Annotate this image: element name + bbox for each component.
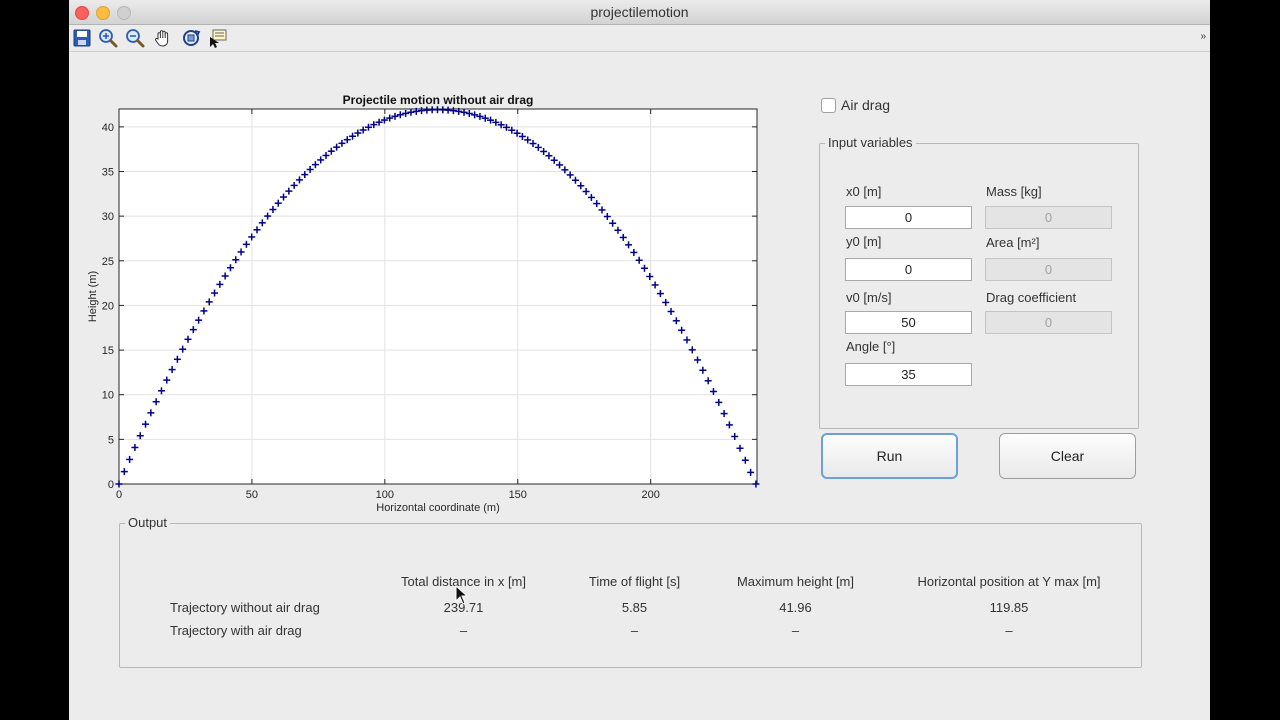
mass-label: Mass [kg] [986,184,1042,199]
input-variables-panel: Input variables x0 [m] 0 Mass [kg] 0 y0 … [819,135,1139,429]
x0-field[interactable]: 0 [845,206,972,229]
x-tick-label: 50 [246,489,258,501]
area-field: 0 [985,258,1112,281]
save-icon[interactable] [71,27,93,49]
y-tick-label: 5 [108,434,114,446]
air-drag-label: Air drag [841,97,891,113]
y-tick-label: 15 [102,345,114,357]
value-time-of-flight-drag: – [630,623,639,638]
data-cursor-icon[interactable] [207,27,229,49]
value-x-at-ymax-drag: – [1005,623,1013,638]
input-variables-title: Input variables [825,135,916,150]
y-tick-label: 0 [108,479,114,491]
row-label-without-drag: Trajectory without air drag [170,600,320,615]
y-tick-label: 30 [102,211,114,223]
x-tick-label: 100 [376,489,394,501]
angle-label: Angle [°] [846,339,896,354]
y-tick-label: 20 [102,300,114,312]
clear-button[interactable]: Clear [999,433,1136,479]
matlab-figure-window: projectilemotion » 0 50 100 150 200 0 5 10 15 20 2… [69,0,1210,720]
figure-toolbar: » [69,25,1210,52]
value-time-of-flight-no-drag: 5.85 [621,600,648,615]
mass-field: 0 [985,206,1112,229]
output-title: Output [125,515,171,530]
x0-label: x0 [m] [846,184,882,199]
header-time-of-flight: Time of flight [s] [588,574,681,589]
title-bar: projectilemotion [69,0,1210,25]
x-axis-label: Horizontal coordinate (m) [376,502,500,514]
x-tick-label: 0 [116,489,122,501]
header-maximum-height: Maximum height [m] [736,574,855,589]
y-tick-label: 10 [102,390,114,402]
y-tick-label: 35 [102,167,114,179]
y-axis-label: Height (m) [87,271,99,322]
window-title: projectilemotion [590,4,689,20]
toolbar-overflow-icon[interactable]: » [1200,31,1206,42]
value-maximum-height-no-drag: 41.96 [779,600,812,615]
pan-hand-icon[interactable] [152,27,174,49]
x-tick-label: 200 [641,489,659,501]
zoom-in-icon[interactable] [97,27,119,49]
drag-coefficient-label: Drag coefficient [986,290,1077,305]
chart-title: Projectile motion without air drag [343,93,534,107]
y0-field[interactable]: 0 [845,258,972,281]
header-x-at-ymax: Horizontal position at Y max [m] [917,574,1101,589]
mouse-pointer-icon [455,585,469,605]
row-label-with-drag: Trajectory with air drag [170,623,302,638]
y0-label: y0 [m] [846,234,882,249]
y-tick-label: 40 [102,122,114,134]
run-button[interactable]: Run [821,433,958,479]
trajectory-plot[interactable]: 0 50 100 150 200 0 5 10 15 20 25 30 35 40 Projectile m… [69,51,789,521]
value-maximum-height-drag: – [791,623,800,638]
v0-field[interactable]: 50 [845,311,972,334]
v0-label: v0 [m/s] [846,290,892,305]
air-drag-checkbox[interactable] [821,98,836,113]
x-tick-label: 150 [509,489,527,501]
angle-field[interactable]: 35 [845,363,972,386]
rotate-3d-icon[interactable] [180,27,202,49]
drag-coefficient-field: 0 [985,311,1112,334]
area-label: Area [m²] [986,235,1040,250]
value-total-distance-drag: – [459,623,468,638]
output-panel: Output Total distance in x [m] Time of f… [119,515,1142,668]
y-tick-label: 25 [102,256,114,268]
zoom-out-icon[interactable] [124,27,146,49]
value-x-at-ymax-no-drag: 119.85 [989,600,1029,615]
